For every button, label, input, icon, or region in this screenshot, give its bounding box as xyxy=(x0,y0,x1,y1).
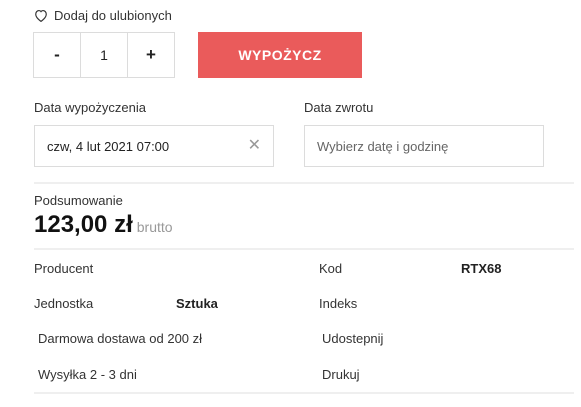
quantity-stepper: - 1 + xyxy=(33,32,175,78)
unit-label: Jednostka xyxy=(34,296,94,311)
add-to-favorites-link[interactable]: Dodaj do ulubionych xyxy=(34,8,172,23)
code-label: Kod xyxy=(319,261,343,276)
shipping-time-info: Wysyłka 2 - 3 dni xyxy=(38,367,137,382)
rental-date-value: czw, 4 lut 2021 07:00 xyxy=(47,138,170,154)
rent-button[interactable]: WYPOŻYCZ xyxy=(198,32,362,78)
price-value: 123,00 zł xyxy=(34,211,133,238)
heart-icon xyxy=(34,9,48,22)
price-note: brutto xyxy=(136,219,173,235)
return-date-field[interactable]: Wybierz datę i godzinę xyxy=(304,125,544,167)
divider xyxy=(34,392,574,394)
rental-date-field[interactable]: czw, 4 lut 2021 07:00 ✕ xyxy=(34,125,274,167)
producer-label: Producent xyxy=(34,261,94,276)
code-value: RTX68 xyxy=(461,261,502,276)
summary-label: Podsumowanie xyxy=(34,193,123,208)
unit-value: Sztuka xyxy=(176,296,218,311)
free-shipping-info: Darmowa dostawa od 200 zł xyxy=(38,331,203,346)
quantity-input[interactable]: 1 xyxy=(81,32,127,78)
divider xyxy=(34,248,574,250)
rental-date-label: Data wypożyczenia xyxy=(34,100,146,115)
price-total: 123,00 zł brutto xyxy=(34,211,173,239)
increase-quantity-button[interactable]: + xyxy=(127,32,175,78)
decrease-quantity-button[interactable]: - xyxy=(33,32,81,78)
close-icon[interactable]: ✕ xyxy=(248,138,261,154)
add-to-favorites-label: Dodaj do ulubionych xyxy=(54,8,172,23)
share-link[interactable]: Udostepnij xyxy=(322,331,383,346)
return-date-label: Data zwrotu xyxy=(304,100,374,115)
return-date-placeholder: Wybierz datę i godzinę xyxy=(317,138,449,154)
divider xyxy=(34,182,574,184)
index-label: Indeks xyxy=(319,296,358,311)
print-link[interactable]: Drukuj xyxy=(322,367,360,382)
